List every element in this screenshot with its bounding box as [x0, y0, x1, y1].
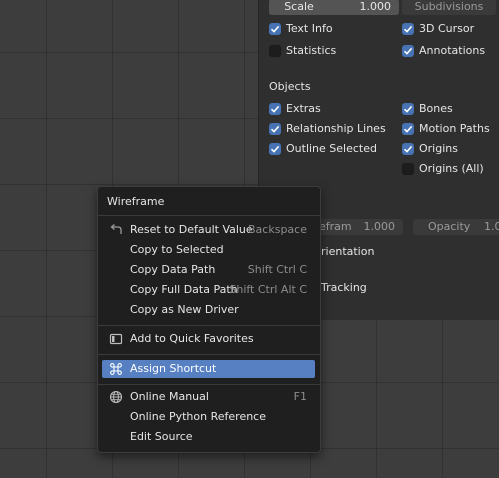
bones-label: Bones: [419, 102, 453, 115]
checkbox-check-icon: [402, 143, 414, 155]
menu-item-add-to-quick-favorites[interactable]: Add to Quick Favorites: [102, 330, 315, 348]
checkbox-check-icon: [269, 23, 281, 35]
menu-item-label: Online Python Reference: [130, 410, 266, 423]
menu-item-shortcut: Backspace: [248, 223, 307, 236]
menu-item-online-manual[interactable]: Online Manual F1: [102, 388, 315, 406]
opacity-label: Opacity: [428, 220, 471, 233]
menu-item-label: Copy Full Data Path: [130, 283, 238, 296]
menu-item-copy-as-new-driver[interactable]: Copy as New Driver: [102, 301, 315, 319]
menu-item-assign-shortcut[interactable]: Assign Shortcut: [102, 360, 315, 378]
checkbox-check-icon: [269, 103, 281, 115]
menu-item-label: Add to Quick Favorites: [130, 332, 254, 345]
menu-separator: [98, 215, 320, 216]
menu-separator: [98, 354, 320, 355]
annotations-label: Annotations: [419, 44, 486, 57]
menu-item-label: Copy to Selected: [130, 243, 224, 256]
globe-icon: [109, 390, 123, 404]
menu-separator: [98, 325, 320, 326]
menu-item-edit-source[interactable]: Edit Source: [102, 428, 315, 446]
extras-label: Extras: [286, 102, 321, 115]
origins-all-label: Origins (All): [419, 162, 484, 175]
relationship-lines-label: Relationship Lines: [286, 122, 386, 135]
menu-item-label: Copy Data Path: [130, 263, 216, 276]
menu-item-label: Edit Source: [130, 430, 193, 443]
wireframe-value: 1.000: [363, 220, 396, 233]
outline-selected-label: Outline Selected: [286, 142, 377, 155]
context-menu: Wireframe Reset to Default Value Backspa…: [97, 186, 321, 453]
subdivisions-label: Subdivisions: [414, 0, 484, 13]
menu-item-copy-to-selected[interactable]: Copy to Selected: [102, 241, 315, 259]
scale-field[interactable]: Scale 1.000: [269, 0, 399, 15]
menu-title: Wireframe: [107, 195, 165, 208]
checkbox-check-icon: [402, 23, 414, 35]
menu-item-online-python-reference[interactable]: Online Python Reference: [102, 408, 315, 426]
menu-item-shortcut: Shift Ctrl C: [247, 263, 307, 276]
menu-item-label: Reset to Default Value: [130, 223, 253, 236]
text-info-label: Text Info: [286, 22, 333, 35]
checkbox-check-icon: [402, 103, 414, 115]
menu-item-label: Assign Shortcut: [130, 362, 217, 375]
subdivisions-field[interactable]: Subdivisions: [402, 0, 496, 15]
motion-paths-label: Motion Paths: [419, 122, 490, 135]
wireframe-field[interactable]: efram 1.000: [311, 219, 403, 235]
statistics-label: Statistics: [286, 44, 337, 57]
motion-tracking-label: Tracking: [321, 281, 367, 294]
menu-separator: [98, 384, 320, 385]
menu-item-shortcut: Shift Ctrl Alt C: [229, 283, 307, 296]
checkbox-empty-icon: [269, 45, 281, 57]
checkbox-check-icon: [269, 123, 281, 135]
menu-item-shortcut: F1: [293, 390, 307, 403]
checkbox-check-icon: [402, 123, 414, 135]
opacity-field[interactable]: Opacity 1.0: [413, 219, 499, 235]
scale-label: Scale: [284, 0, 314, 13]
reset-icon: [109, 223, 123, 237]
menu-item-copy-full-data-path[interactable]: Copy Full Data Path Shift Ctrl Alt C: [102, 281, 315, 299]
face-orientation-label: rientation: [321, 245, 375, 258]
menu-item-reset-default[interactable]: Reset to Default Value Backspace: [102, 221, 315, 239]
objects-heading: Objects: [269, 80, 311, 93]
3d-cursor-label: 3D Cursor: [419, 22, 475, 35]
command-key-icon: [109, 362, 123, 376]
checkbox-check-icon: [402, 45, 414, 57]
checkbox-empty-icon: [402, 163, 414, 175]
menu-item-label: Online Manual: [130, 390, 209, 403]
menu-item-label: Copy as New Driver: [130, 303, 239, 316]
menu-item-copy-data-path[interactable]: Copy Data Path Shift Ctrl C: [102, 261, 315, 279]
checkbox-check-icon: [269, 143, 281, 155]
favorites-icon: [109, 332, 123, 346]
opacity-value: 1.0: [484, 220, 499, 233]
origins-label: Origins: [419, 142, 458, 155]
wireframe-label-partial: efram: [319, 220, 352, 233]
scale-value: 1.000: [359, 0, 392, 13]
